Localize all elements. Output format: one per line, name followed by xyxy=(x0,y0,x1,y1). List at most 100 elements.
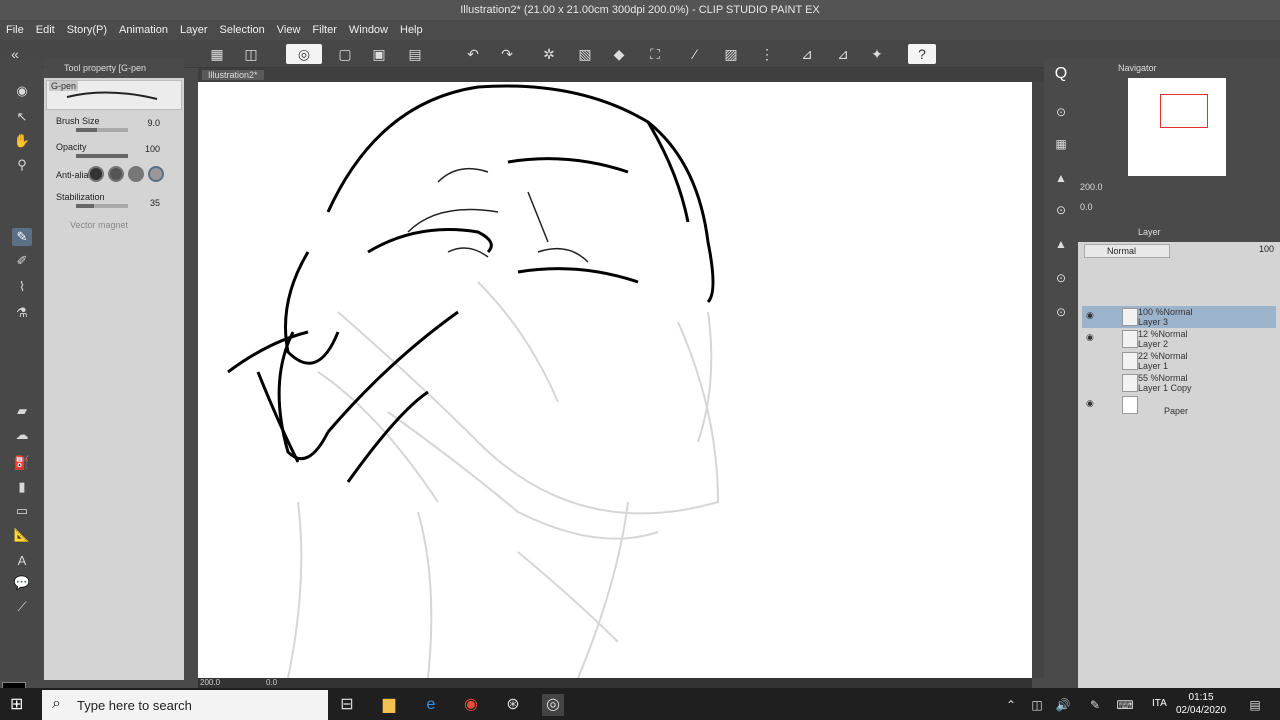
show-hidden-icons-icon[interactable]: ⌃ xyxy=(1000,694,1022,716)
new-canvas-icon[interactable]: ◫ xyxy=(240,44,262,64)
menu-animation[interactable]: Animation xyxy=(119,24,168,36)
eye-icon[interactable]: ◉ xyxy=(1086,398,1096,409)
brush-size-slider[interactable] xyxy=(76,128,128,132)
anti-alias-weak[interactable] xyxy=(108,166,124,182)
app-icon[interactable]: ⊛ xyxy=(502,694,524,716)
correct-line-tool-icon[interactable]: ⟋ xyxy=(12,598,32,616)
menu-window[interactable]: Window xyxy=(349,24,388,36)
item-bank-icon[interactable]: ▦ xyxy=(1050,134,1072,154)
material-icon[interactable]: ▲ xyxy=(1050,234,1072,254)
pen-icon[interactable]: ✎ xyxy=(1084,694,1106,716)
menu-edit[interactable]: Edit xyxy=(36,24,55,36)
clear-icon[interactable]: ▧ xyxy=(574,44,596,64)
clip-studio-taskbar-icon[interactable]: ◎ xyxy=(542,694,564,716)
status-zoom[interactable]: 200.0 xyxy=(200,678,220,688)
sub-view-icon[interactable]: ⊙ xyxy=(1050,102,1072,122)
layer-row[interactable]: ◉ 12 %Normal Layer 2 xyxy=(1082,328,1276,350)
anti-alias-medium[interactable] xyxy=(128,166,144,182)
special-ruler-icon[interactable]: ⊿ xyxy=(832,44,854,64)
edge-icon[interactable]: e xyxy=(420,694,442,716)
navigator-zoom[interactable]: 200.0 xyxy=(1080,182,1103,192)
selection-icon[interactable]: ▨ xyxy=(720,44,742,64)
figure-tool-icon[interactable]: ▭ xyxy=(12,502,32,520)
vector-magnet-label[interactable]: Vector magnet xyxy=(56,220,176,230)
canvas-vertical-scrollbar[interactable] xyxy=(1032,82,1044,678)
blend-mode-select[interactable]: Normal xyxy=(1084,244,1170,258)
ruler-tool-icon[interactable]: 📐 xyxy=(12,526,32,544)
pen-settings-icon[interactable]: ⁄ xyxy=(684,44,706,64)
brush-tool-icon[interactable]: ⌇ xyxy=(12,278,32,296)
undo-icon[interactable]: ↶ xyxy=(462,44,484,64)
layer-row[interactable]: ◉ 100 %Normal Layer 3 xyxy=(1082,306,1276,328)
open-file-icon[interactable]: ▣ xyxy=(368,44,390,64)
brush-preview[interactable]: G-pen xyxy=(46,80,182,110)
navigator-thumbnail[interactable] xyxy=(1128,78,1226,176)
drawing-canvas[interactable] xyxy=(198,82,1032,678)
snap-icon[interactable]: ⋮ xyxy=(756,44,778,64)
redo-icon[interactable]: ↷ xyxy=(496,44,518,64)
clock[interactable]: 01:15 02/04/2020 xyxy=(1176,691,1226,717)
pencil-tool-icon[interactable]: ✐ xyxy=(12,252,32,270)
layer-row[interactable]: 55 %Normal Layer 1 Copy xyxy=(1082,372,1276,394)
notifications-icon[interactable]: ▤ xyxy=(1244,694,1266,716)
navigator-rotation[interactable]: 0.0 xyxy=(1080,202,1093,212)
balloon-tool-icon[interactable]: 💬 xyxy=(12,574,32,592)
navigator-viewport[interactable] xyxy=(1160,94,1208,128)
opacity-slider[interactable] xyxy=(76,154,128,158)
airbrush-tool-icon[interactable]: ⚗ xyxy=(12,304,32,322)
taskbar-search[interactable]: ⌕ Type here to search xyxy=(42,690,328,720)
canvas-tab[interactable]: Illustration2* xyxy=(202,70,264,80)
menu-file[interactable]: File xyxy=(6,24,24,36)
layer-property-icon[interactable]: ▲ xyxy=(1050,168,1072,188)
dropper-tool-icon[interactable]: ⚲ xyxy=(12,156,32,174)
transform-icon[interactable]: ⛶ xyxy=(644,44,666,64)
loading-icon[interactable]: ✲ xyxy=(538,44,560,64)
chrome-icon[interactable]: ◉ xyxy=(460,694,482,716)
fill-icon[interactable]: ◆ xyxy=(608,44,630,64)
blend-tool-icon[interactable]: ☁ xyxy=(12,426,32,444)
anti-alias-none[interactable] xyxy=(88,166,104,182)
zoom-tool-icon[interactable]: ◉ xyxy=(12,82,32,100)
gradient-tool-icon[interactable]: ▮ xyxy=(12,478,32,496)
stabilization-slider[interactable] xyxy=(76,204,128,208)
eye-icon[interactable]: ◉ xyxy=(1086,332,1096,343)
stabilization-value[interactable]: 35 xyxy=(150,198,160,208)
keyboard-icon[interactable]: ⌨ xyxy=(1114,694,1136,716)
new-file-icon[interactable]: ▢ xyxy=(334,44,356,64)
layer-row[interactable]: ◉ Paper xyxy=(1082,394,1276,416)
ruler-snap-icon[interactable]: ⊿ xyxy=(796,44,818,64)
menu-selection[interactable]: Selection xyxy=(220,24,265,36)
grid-snap-icon[interactable]: ✦ xyxy=(866,44,888,64)
operation-tool-icon[interactable]: ↖ xyxy=(12,108,32,126)
file-explorer-icon[interactable]: ▆ xyxy=(378,694,400,716)
help-icon[interactable]: ? xyxy=(908,44,936,64)
fill-tool-icon[interactable]: ⛽ xyxy=(12,454,32,472)
save-icon[interactable]: ▤ xyxy=(404,44,426,64)
layer-row[interactable]: 22 %Normal Layer 1 xyxy=(1082,350,1276,372)
color-set-icon[interactable]: ⊙ xyxy=(1050,268,1072,288)
windows-start-icon[interactable]: ⊞ xyxy=(10,694,30,714)
clip-studio-icon[interactable]: ◎ xyxy=(286,44,322,64)
menu-filter[interactable]: Filter xyxy=(312,24,336,36)
anti-alias-strong[interactable] xyxy=(148,166,164,182)
menu-view[interactable]: View xyxy=(277,24,301,36)
brush-size-value[interactable]: 9.0 xyxy=(147,118,160,128)
pen-tool-icon[interactable]: ✎ xyxy=(12,228,32,246)
animation-icon[interactable]: ⊙ xyxy=(1050,302,1072,322)
search-icon[interactable]: Q xyxy=(1050,64,1072,84)
status-rotation[interactable]: 0.0 xyxy=(266,678,277,688)
history-icon[interactable]: ⊙ xyxy=(1050,200,1072,220)
task-view-icon[interactable]: ⊟ xyxy=(336,694,358,716)
text-tool-icon[interactable]: A xyxy=(12,552,32,570)
menu-story[interactable]: Story(P) xyxy=(67,24,107,36)
menu-help[interactable]: Help xyxy=(400,24,423,36)
eye-icon[interactable]: ◉ xyxy=(1086,310,1096,321)
network-icon[interactable]: ◫ xyxy=(1026,694,1048,716)
input-language[interactable]: ITA xyxy=(1152,698,1167,709)
move-tool-icon[interactable]: ✋ xyxy=(12,132,32,150)
opacity-value[interactable]: 100 xyxy=(145,144,160,154)
grid-icon[interactable]: ▦ xyxy=(206,44,228,64)
eraser-tool-icon[interactable]: ▰ xyxy=(12,402,32,420)
layer-opacity[interactable]: 100 xyxy=(1259,244,1274,254)
menu-layer[interactable]: Layer xyxy=(180,24,208,36)
